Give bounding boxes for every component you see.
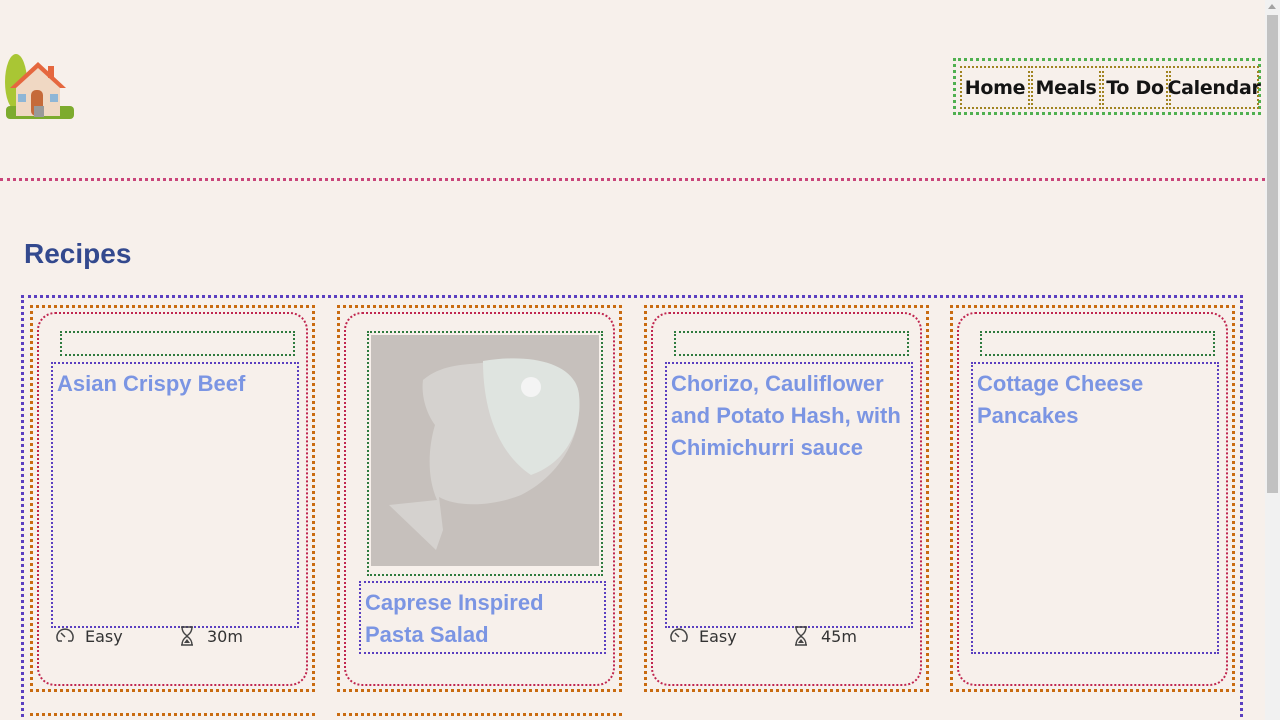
recipe-image-placeholder xyxy=(674,331,909,356)
recipe-title[interactable]: Asian Crispy Beef xyxy=(57,368,293,400)
recipe-card[interactable] xyxy=(337,713,622,720)
hourglass-icon xyxy=(181,626,193,646)
header-divider xyxy=(0,178,1265,181)
gauge-icon xyxy=(56,628,74,642)
recipe-card[interactable]: Cottage Cheese Pancakes xyxy=(950,305,1235,692)
scrollbar[interactable] xyxy=(1265,0,1280,720)
difficulty-label: Easy xyxy=(85,626,123,646)
main-nav: Home Meals To Do Calendar xyxy=(953,58,1261,115)
scrollbar-thumb[interactable] xyxy=(1267,15,1278,493)
gauge-icon xyxy=(670,628,688,642)
cook-time-label: 30m xyxy=(207,626,243,646)
recipe-meta: Easy 45m xyxy=(669,626,899,648)
recipe-card-body: Caprese Inspired Pasta Salad xyxy=(344,312,615,686)
nav-meals[interactable]: Meals xyxy=(1031,66,1101,109)
scroll-up-icon[interactable] xyxy=(1268,4,1276,9)
difficulty-label: Easy xyxy=(699,626,737,646)
cook-time-label: 45m xyxy=(821,626,857,646)
recipe-title[interactable]: Chorizo, Cauliflower and Potato Hash, wi… xyxy=(671,368,907,464)
page: Home Meals To Do Calendar Recipes Asian … xyxy=(0,0,1265,720)
recipe-title-box: Asian Crispy Beef xyxy=(51,362,299,628)
recipe-image xyxy=(367,331,603,576)
nav-calendar[interactable]: Calendar xyxy=(1167,66,1261,109)
recipe-card[interactable] xyxy=(30,713,315,720)
recipe-image-placeholder xyxy=(60,331,295,356)
recipe-title[interactable]: Cottage Cheese Pancakes xyxy=(977,368,1213,432)
recipe-title-box: Cottage Cheese Pancakes xyxy=(971,362,1219,654)
cook-time: 30m xyxy=(177,626,243,646)
cook-time: 45m xyxy=(791,626,857,646)
recipe-image-placeholder xyxy=(980,331,1215,356)
difficulty: Easy xyxy=(669,626,737,646)
nav-todo[interactable]: To Do xyxy=(1102,66,1168,109)
page-title: Recipes xyxy=(24,238,132,269)
recipe-title-box: Caprese Inspired Pasta Salad xyxy=(359,581,606,654)
recipe-card[interactable]: Caprese Inspired Pasta Salad xyxy=(337,305,622,692)
recipe-title[interactable]: Caprese Inspired Pasta Salad xyxy=(365,587,600,651)
fish-placeholder-icon xyxy=(389,358,580,550)
hourglass-icon xyxy=(795,626,807,646)
recipe-meta: Easy 30m xyxy=(55,626,285,648)
difficulty: Easy xyxy=(55,626,123,646)
nav-home[interactable]: Home xyxy=(960,66,1030,109)
recipe-card-body: Cottage Cheese Pancakes xyxy=(957,312,1228,686)
recipe-title-box: Chorizo, Cauliflower and Potato Hash, wi… xyxy=(665,362,913,628)
house-logo-icon[interactable] xyxy=(4,52,76,120)
